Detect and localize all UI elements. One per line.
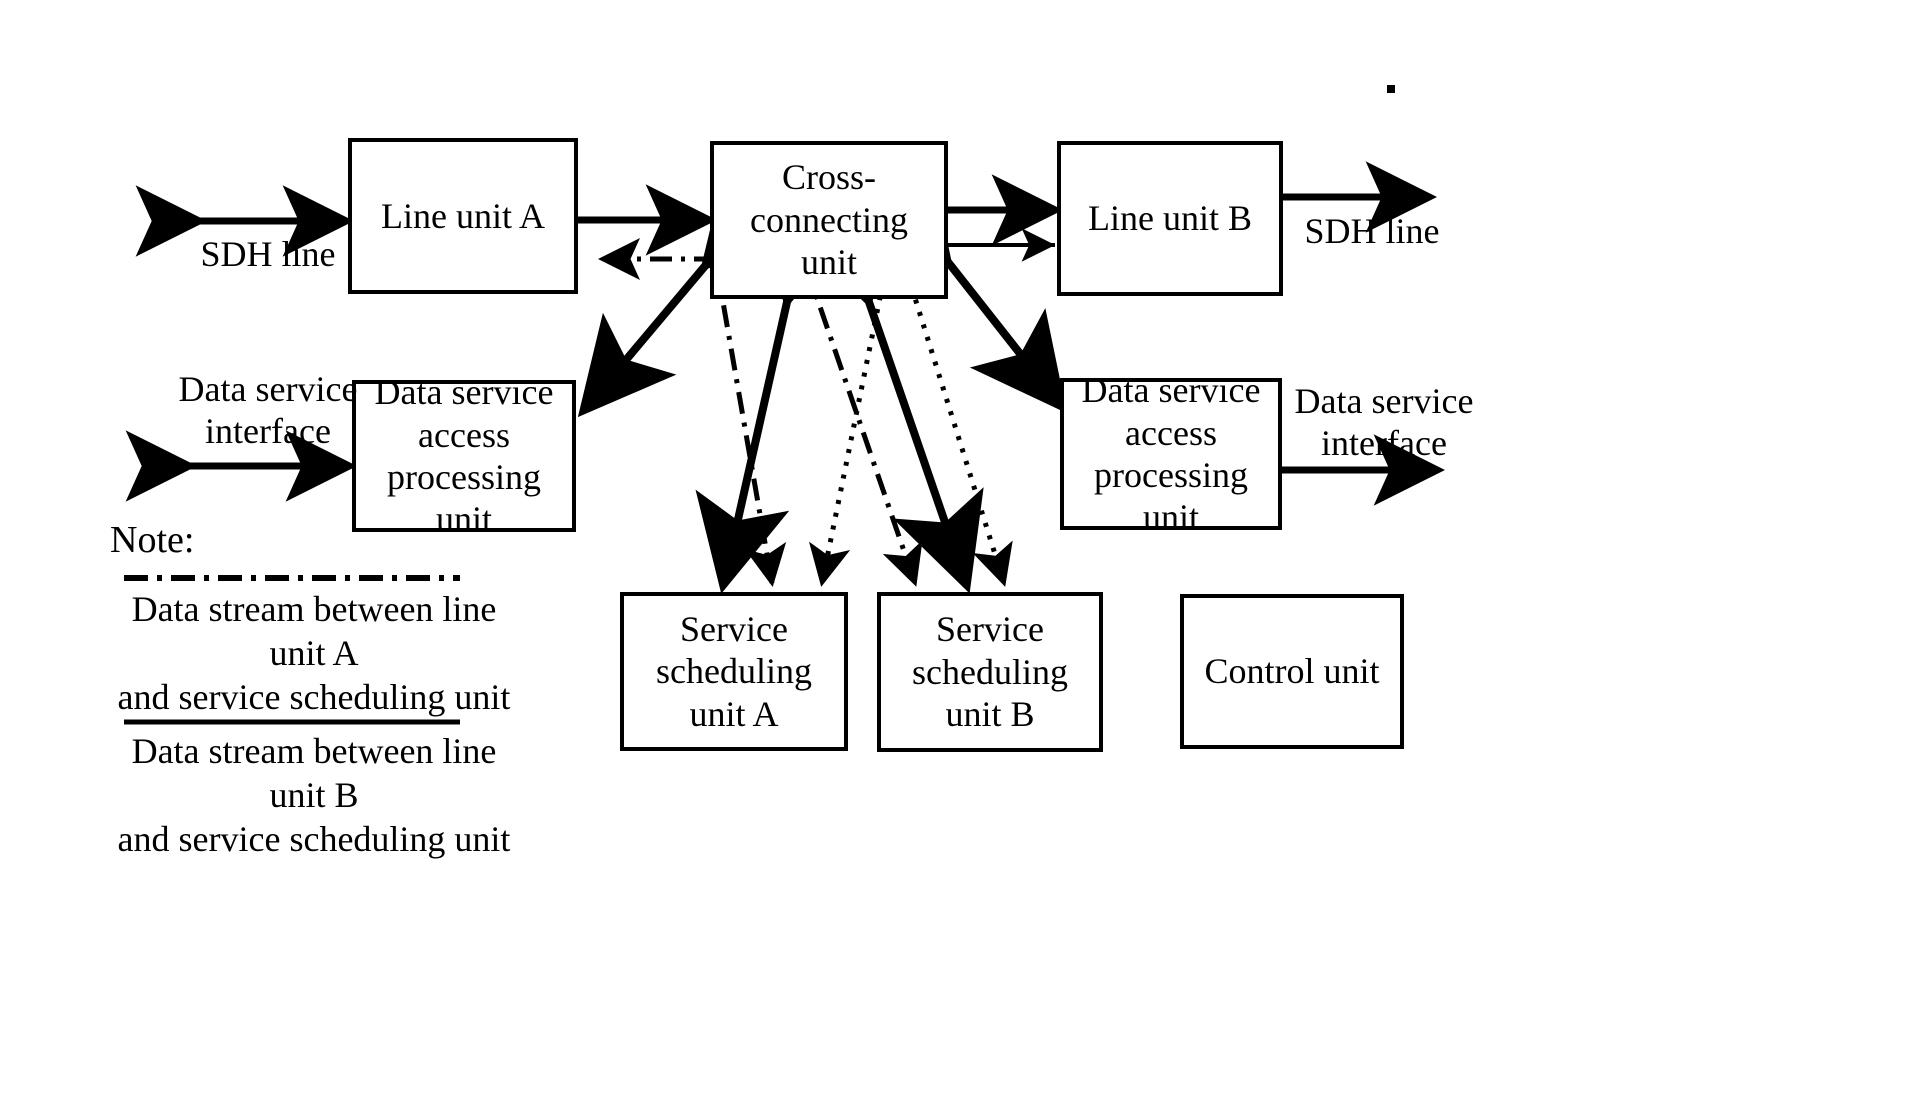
box-dsap-right-label: Data service access processing unit: [1081, 370, 1261, 538]
figure-canvas: Line unit A Cross- connecting unit Line …: [0, 0, 1929, 1099]
box-control-unit-label: Control unit: [1204, 651, 1380, 692]
box-line-unit-a[interactable]: Line unit A: [348, 138, 578, 294]
box-ssu-a-label: Service scheduling unit A: [656, 608, 812, 734]
box-line-unit-b[interactable]: Line unit B: [1057, 141, 1283, 296]
connector-layer: [124, 161, 1446, 725]
legend-entry-solid-text: Data stream between line unit B and serv…: [117, 731, 511, 859]
box-service-scheduling-unit-a[interactable]: Service scheduling unit A: [620, 592, 848, 751]
connector-crossconnect-ssuB-dotted: [897, 249, 1013, 587]
connector-crossconnect-ssuA-dashdot: [713, 261, 787, 587]
connector-crossconnect-dsapleft: [577, 167, 799, 418]
label-data-service-interface-left: Data service interface: [178, 369, 358, 452]
connector-lineBside-crossconnect-diagonal: [950, 264, 1062, 407]
box-data-service-access-processing-unit-left[interactable]: Data service access processing unit: [352, 372, 576, 539]
box-service-scheduling-unit-b[interactable]: Service scheduling unit B: [877, 592, 1103, 752]
box-cross-connecting-unit[interactable]: Cross- connecting unit: [710, 141, 948, 299]
box-control-unit[interactable]: Control unit: [1180, 594, 1404, 749]
connector-crossconnect-ssuB-dashdot: [803, 265, 923, 587]
box-dsap-left-label: Data service access processing unit: [374, 372, 554, 540]
connector-crossconnect-ssuB-solid: [794, 203, 984, 594]
connector-crossconnect-ssuA-dotted: [808, 257, 891, 587]
box-cross-connecting-unit-label: Cross- connecting unit: [750, 157, 908, 283]
connector-crossconnect-dsapright: [855, 163, 1067, 414]
label-data-service-interface-right: Data service interface: [1294, 381, 1474, 464]
box-data-service-access-processing-unit-right[interactable]: Data service access processing unit: [1060, 370, 1282, 537]
note-heading: Note:: [110, 519, 195, 561]
box-ssu-b-label: Service scheduling unit B: [912, 609, 1068, 735]
box-line-unit-a-label: Line unit A: [381, 195, 545, 236]
label-sdh-line-left: SDH line: [200, 234, 336, 274]
scan-speck: [1387, 85, 1395, 93]
connector-crossconnect-ssuA-solid: [695, 205, 854, 594]
box-line-unit-b-label: Line unit B: [1088, 198, 1252, 239]
legend-entry-dashdot-text: Data stream between line unit A and serv…: [117, 589, 511, 717]
label-sdh-line-right: SDH line: [1304, 211, 1440, 251]
